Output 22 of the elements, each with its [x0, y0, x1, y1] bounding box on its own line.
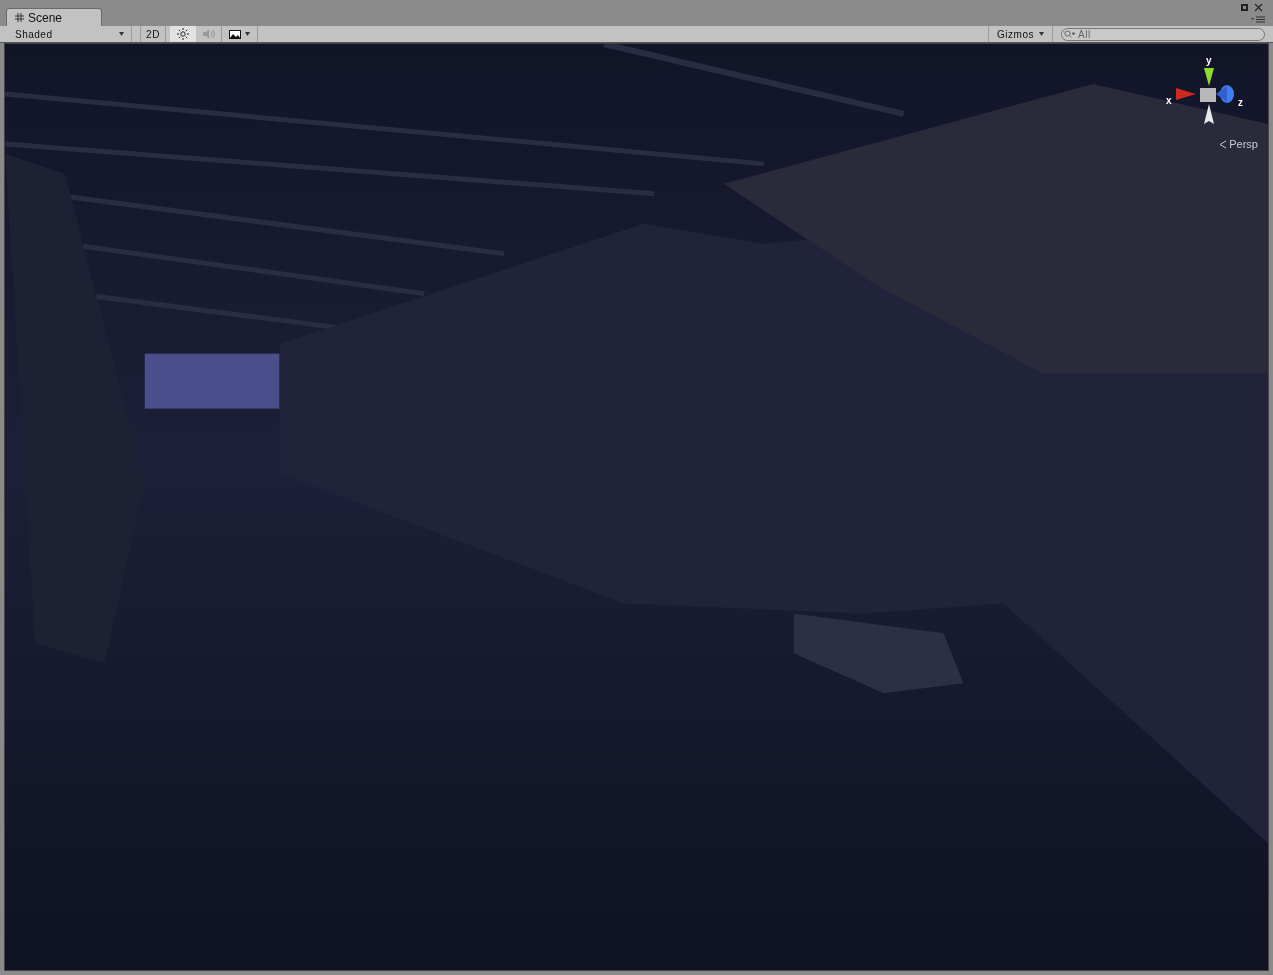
draw-mode-dropdown[interactable]: Shaded — [8, 26, 132, 42]
maximize-icon[interactable] — [1241, 4, 1248, 11]
axis-label: x — [1166, 96, 1172, 106]
projection-toggle[interactable]: Persp — [1219, 136, 1258, 153]
grid-icon — [15, 13, 24, 22]
axis-label: z — [1238, 98, 1243, 108]
mode-2d-button[interactable]: 2D — [140, 26, 166, 42]
search-field[interactable]: All — [1061, 27, 1265, 41]
search-icon — [1064, 29, 1076, 39]
sun-icon — [177, 28, 189, 40]
gizmos-dropdown[interactable]: Gizmos — [988, 26, 1053, 42]
image-icon — [229, 29, 241, 39]
axis-label: y — [1206, 56, 1212, 66]
panel-menu-icon[interactable] — [1251, 16, 1265, 23]
caret-icon — [1039, 32, 1044, 36]
caret-icon — [119, 32, 124, 36]
lighting-button[interactable] — [170, 26, 196, 42]
scene-tab[interactable]: Scene — [6, 8, 102, 26]
close-icon[interactable] — [1254, 3, 1263, 12]
chevron-icon — [1219, 139, 1228, 149]
speaker-icon — [202, 29, 215, 39]
caret-icon — [245, 32, 250, 36]
